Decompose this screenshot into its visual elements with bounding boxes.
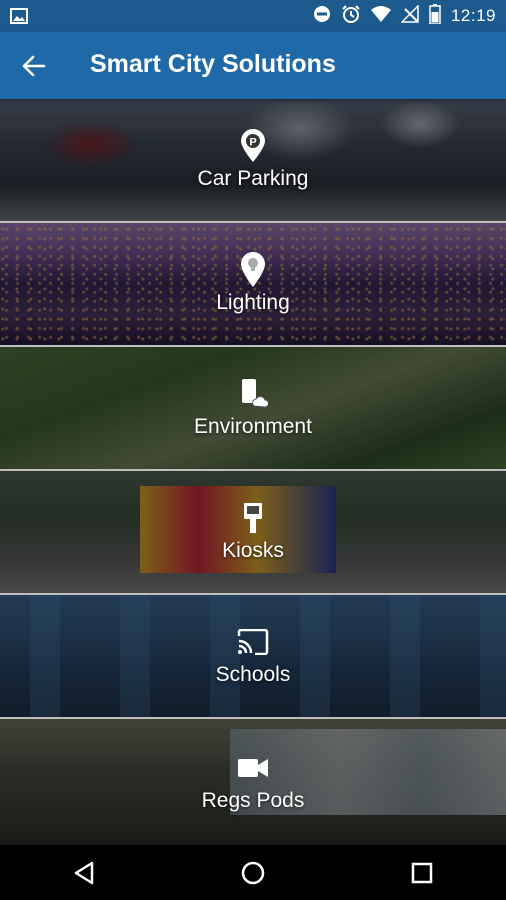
- home-circle-icon[interactable]: [213, 845, 293, 900]
- recents-square-icon[interactable]: [382, 845, 462, 900]
- tile-label: Regs Pods: [201, 789, 305, 812]
- kiosk-icon: [236, 501, 270, 535]
- wifi-icon: [370, 5, 391, 28]
- tile-regs-pods[interactable]: Regs Pods: [0, 719, 506, 845]
- no-signal-icon: [400, 3, 419, 28]
- cast-icon: [236, 625, 270, 659]
- tile-label: Lighting: [216, 291, 290, 314]
- tile-lighting[interactable]: Lighting: [0, 223, 506, 347]
- navigation-bar: [0, 845, 506, 900]
- bulb-pin-icon: [236, 252, 270, 287]
- do-not-disturb-icon: [313, 5, 331, 28]
- phone-cloud-icon: [236, 377, 270, 411]
- app-bar: Smart City Solutions: [0, 32, 506, 99]
- tile-label: Kiosks: [222, 539, 284, 562]
- svg-text:P: P: [249, 137, 256, 149]
- solutions-list: P Car Parking Lighting Environment Kiosk…: [0, 99, 506, 845]
- tile-environment[interactable]: Environment: [0, 347, 506, 471]
- tile-kiosks[interactable]: Kiosks: [0, 471, 506, 595]
- tile-label: Schools: [215, 663, 291, 686]
- tile-schools[interactable]: Schools: [0, 595, 506, 719]
- page-title: Smart City Solutions: [90, 50, 336, 78]
- parking-pin-icon: P: [236, 129, 270, 163]
- tile-label: Car Parking: [197, 167, 309, 190]
- back-triangle-icon[interactable]: [44, 845, 124, 900]
- status-bar: 12:19: [0, 0, 506, 32]
- status-time: 12:19: [450, 6, 496, 25]
- battery-icon: [429, 3, 441, 29]
- alarm-icon: [341, 4, 361, 29]
- tile-label: Environment: [194, 415, 312, 438]
- video-camera-icon: [236, 751, 270, 785]
- image-icon: [10, 7, 28, 30]
- tile-car-parking[interactable]: P Car Parking: [0, 99, 506, 223]
- arrow-left-icon[interactable]: [20, 52, 48, 80]
